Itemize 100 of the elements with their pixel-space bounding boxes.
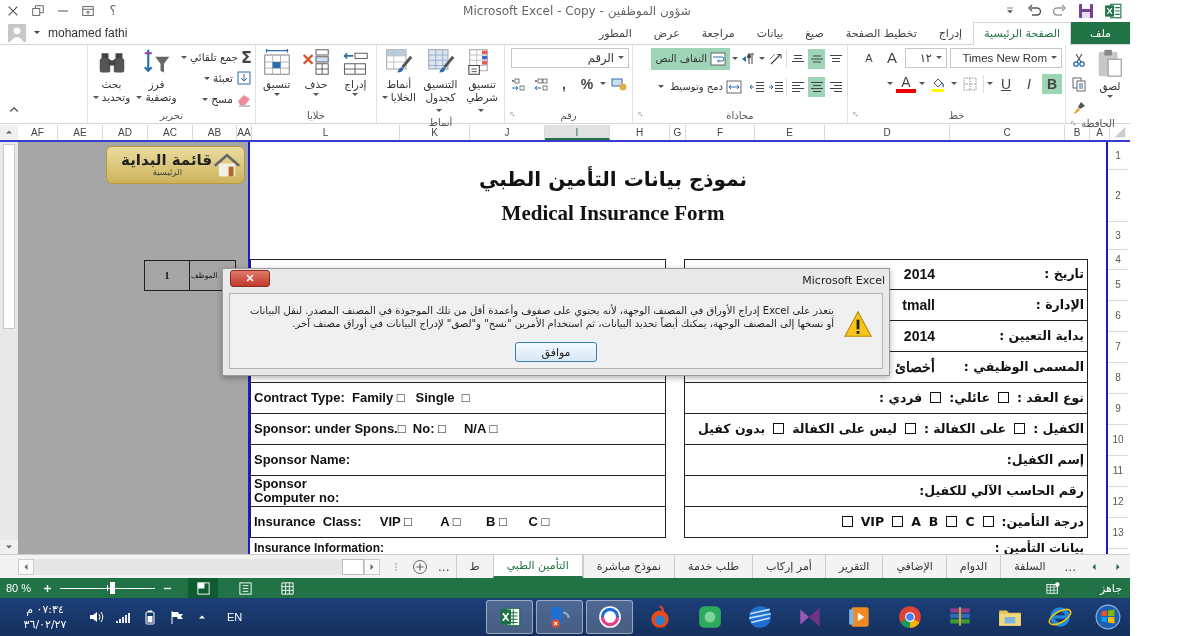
checkbox[interactable] [982, 516, 994, 528]
sheet-tab[interactable]: التأمين الطبي [492, 555, 583, 578]
cells-button[interactable]: تنسيق [259, 47, 295, 96]
taskbar-button[interactable] [586, 600, 633, 634]
row-header[interactable]: 3 [1108, 221, 1128, 250]
ribbon-tab[interactable]: الصفحة الرئيسية [973, 21, 1072, 45]
slider-thumb[interactable] [110, 582, 116, 594]
ribbon-tab[interactable]: تخطيط الصفحة [834, 21, 928, 44]
restore-button[interactable] [31, 3, 45, 18]
cells-button[interactable]: إدراج [337, 47, 373, 96]
autosum-button[interactable]: جمع تلقائي [190, 51, 239, 64]
comma-button[interactable]: , [554, 73, 574, 94]
close-icon [244, 272, 256, 284]
row-header[interactable]: 4 [1108, 249, 1128, 270]
checkbox[interactable] [773, 423, 785, 435]
form-label: Insurance Class: VIP □ A □ B □ C □ [254, 514, 550, 529]
scrollbar-thumb[interactable] [342, 558, 365, 575]
row-header[interactable]: 11 [1108, 455, 1128, 487]
shrink-font-button[interactable]: A [859, 47, 879, 68]
paste-button[interactable]: لصق [1093, 47, 1127, 98]
language-indicator[interactable]: EN [227, 611, 243, 623]
redo-button[interactable] [1052, 2, 1068, 19]
clock-time[interactable]: ٠٧:٣٤ م [26, 602, 64, 617]
ribbon-tab[interactable]: مراجعة [690, 21, 746, 44]
brush-icon [1071, 99, 1087, 116]
caret-icon [477, 109, 484, 113]
clear-button[interactable]: مسح [211, 93, 233, 106]
row-header[interactable]: 2 [1108, 169, 1128, 222]
start-menu-button[interactable]: قائمة البداية الرئيسية [106, 145, 245, 184]
user-name[interactable]: mohamed fathi [48, 25, 128, 40]
font-name-field[interactable]: Times New Rom [950, 47, 1062, 68]
row-header[interactable]: 12 [1108, 486, 1128, 518]
launcher-icon [853, 111, 861, 120]
wrap-text-button[interactable]: التفاف النص [651, 47, 730, 70]
plus-icon [42, 582, 54, 594]
scroll-left-button[interactable] [18, 558, 34, 575]
caret-icon [136, 96, 143, 100]
row-header[interactable]: 7 [1108, 331, 1128, 363]
horizontal-align-button[interactable] [808, 76, 825, 97]
fill-button[interactable]: تعبئة [213, 72, 233, 85]
font-style-button[interactable]: U [996, 73, 1016, 94]
caret-icon [600, 82, 606, 86]
font-style-button[interactable]: I [1019, 73, 1039, 94]
view-button[interactable] [188, 578, 219, 598]
save-button[interactable] [1078, 2, 1094, 19]
ribbon-tab[interactable]: إدراج [927, 21, 974, 44]
undo-button[interactable] [1026, 2, 1042, 19]
row-header[interactable]: 6 [1108, 300, 1128, 332]
checkbox[interactable] [1014, 423, 1026, 435]
font-style-button[interactable]: B [1042, 73, 1062, 94]
undo-icon [1026, 2, 1042, 19]
find-select-button[interactable]: بحث وتحديد [91, 47, 132, 104]
checkbox[interactable] [892, 516, 904, 528]
ribbon-tab[interactable]: المطور [588, 21, 643, 44]
row-header[interactable]: 8 [1108, 362, 1128, 394]
taskbar-button[interactable] [486, 600, 533, 634]
zoom-level[interactable]: 80 % [0, 582, 40, 594]
column-header[interactable]: I [545, 124, 610, 140]
styles-button[interactable]: تنسيق شرطي [463, 47, 501, 117]
ribbon-tab[interactable]: بيانات [745, 21, 795, 44]
merge-center-button[interactable]: دمج وتوسيط [665, 75, 746, 98]
number-format-field[interactable]: الرقم [511, 47, 629, 68]
clock-date[interactable]: ٣٦/٠٢/٢٧ [23, 617, 67, 632]
more-sheets-button[interactable]: ... [432, 555, 456, 578]
font-size-field[interactable]: ١٢ [905, 47, 947, 68]
ribbon-tab[interactable]: عرض [642, 21, 691, 44]
caret-icon [381, 96, 388, 100]
ribbon-display-icon [81, 3, 95, 18]
ribbon-display-button[interactable] [81, 3, 95, 18]
row-header[interactable]: 5 [1108, 269, 1128, 301]
row-header[interactable]: 13 [1108, 517, 1128, 549]
column-header[interactable]: AA [237, 124, 252, 140]
checkbox[interactable] [904, 423, 916, 435]
orb-icon [1095, 604, 1121, 630]
form-label: بدون كفيل [698, 421, 766, 436]
checkbox[interactable] [930, 392, 942, 404]
row-header[interactable]: 1 [1108, 141, 1128, 170]
font-color-button[interactable]: A [896, 74, 916, 93]
checkbox[interactable] [841, 516, 853, 528]
row-header[interactable]: 10 [1108, 424, 1128, 456]
checkbox[interactable] [997, 392, 1009, 404]
styles-button[interactable]: التنسيق كجدول [421, 47, 460, 117]
form-label: B [928, 514, 939, 529]
help-button[interactable]: ؟ [106, 3, 120, 18]
group-label: خط [948, 110, 965, 122]
row-header[interactable]: 9 [1108, 393, 1128, 425]
styles-button[interactable]: أنماط الخلايا [380, 47, 418, 104]
vertical-scrollbar[interactable] [0, 141, 18, 555]
caret-icon [202, 97, 209, 101]
percent-button[interactable]: % [577, 73, 597, 94]
ribbon-tab[interactable]: صيغ [794, 21, 835, 44]
checkbox[interactable] [946, 516, 958, 528]
ok-button[interactable]: موافق [515, 342, 597, 362]
sort-filter-button[interactable]: فرز وتصفية [136, 47, 177, 104]
ribbon-tab[interactable]: ملف [1071, 21, 1130, 44]
cells-button[interactable]: حذف [298, 47, 334, 96]
caret-icon [273, 92, 280, 96]
grow-font-button[interactable]: A [882, 47, 902, 68]
close-button[interactable] [230, 269, 270, 287]
more-sheets-button[interactable]: ... [1058, 555, 1082, 578]
